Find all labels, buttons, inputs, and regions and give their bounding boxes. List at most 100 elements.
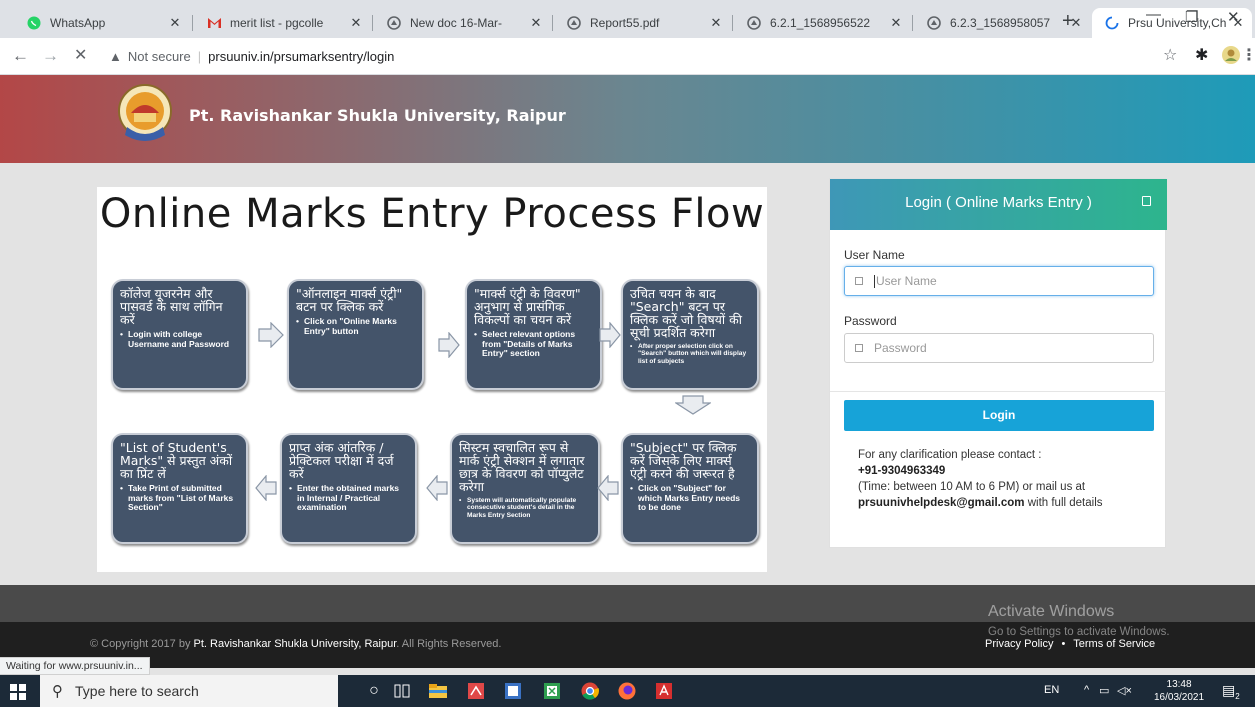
university-logo: [117, 83, 173, 143]
process-flow-infographic: Online Marks Entry Process Flow कॉलेज यू…: [97, 187, 767, 572]
close-icon[interactable]: ✕: [888, 15, 904, 31]
flow-arrow-left-icon: [597, 475, 619, 501]
contact-time-note: (Time: between 10 AM to 6 PM) or mail us…: [858, 481, 1086, 493]
flow-step-3: "मार्क्स एंट्री के विवरण" अनुभाग से प्रा…: [465, 279, 602, 390]
flow-step-1: कॉलेज यूजरनेम और पासवर्ड के साथ लॉगिन कर…: [111, 279, 248, 390]
flow-step-hindi: कॉलेज यूजरनेम और पासवर्ड के साथ लॉगिन कर…: [120, 286, 223, 327]
globe-icon: [746, 15, 762, 31]
tray-chevron-up-icon[interactable]: ^: [1084, 684, 1089, 696]
acrobat-pdf-icon[interactable]: [654, 681, 674, 701]
copyright-text: © Copyright 2017 by Pt. Ravishankar Shuk…: [90, 638, 502, 650]
url-omnibox[interactable]: ▲ Not secure | prsuuniv.in/prsumarksentr…: [109, 44, 1119, 69]
password-input[interactable]: Password: [844, 333, 1154, 363]
gmail-icon: [206, 15, 222, 31]
flow-step-8: "List of Student's Marks" से प्रस्तुत अं…: [111, 433, 248, 544]
app-icon-red[interactable]: [466, 681, 486, 701]
globe-icon: [386, 15, 402, 31]
tab-gmail[interactable]: merit list - pgcolle ✕: [194, 8, 370, 38]
flow-step-english: Select relevant options from "Details of…: [474, 329, 593, 359]
tab-separator: [372, 15, 373, 31]
search-icon: ⚲: [52, 683, 63, 700]
taskbar-search-box[interactable]: ⚲ Type here to search: [40, 675, 338, 707]
bookmark-star-icon[interactable]: ☆: [1163, 47, 1177, 65]
login-panel: Login ( Online Marks Entry ) User Name U…: [829, 178, 1167, 548]
profile-avatar-icon[interactable]: [1221, 45, 1241, 70]
network-icon[interactable]: ▭: [1099, 684, 1109, 697]
contact-info: For any clarification please contact : +…: [858, 447, 1128, 511]
login-title: Login ( Online Marks Entry ): [905, 194, 1092, 211]
flow-step-english: Click on "Online Marks Entry" button: [296, 316, 415, 336]
tab-doc-621[interactable]: 6.2.1_1568956522 ✕: [734, 8, 910, 38]
stop-loading-icon[interactable]: ✕: [74, 47, 87, 65]
flow-step-6: सिस्टम स्वचालित रूप से मार्क एंट्री सेक्…: [450, 433, 600, 544]
close-icon[interactable]: ✕: [167, 15, 183, 31]
warning-triangle-icon: ▲: [109, 49, 122, 64]
forward-arrow-icon[interactable]: →: [42, 47, 59, 65]
activate-windows-subtext: Go to Settings to activate Windows.: [988, 626, 1170, 638]
flow-step-english: Enter the obtained marks in Internal / P…: [289, 483, 408, 513]
close-icon[interactable]: ✕: [708, 15, 724, 31]
footer-link-separator: •: [1061, 638, 1066, 650]
firefox-icon[interactable]: [617, 681, 637, 701]
close-icon[interactable]: ✕: [348, 15, 364, 31]
site-header: Pt. Ravishankar Shukla University, Raipu…: [0, 75, 1255, 163]
taskbar-search-placeholder: Type here to search: [75, 683, 199, 699]
contact-phone: +91-9304963349: [858, 465, 946, 477]
contact-email-suffix: with full details: [1024, 497, 1103, 509]
task-view-icon[interactable]: [392, 681, 412, 701]
notification-count: 2: [1235, 691, 1240, 701]
security-label: Not secure: [127, 49, 191, 64]
flow-step-hindi: "मार्क्स एंट्री के विवरण" अनुभाग से प्रा…: [474, 286, 581, 327]
flow-arrow-down-icon: [675, 395, 711, 415]
close-icon[interactable]: ✕: [528, 15, 544, 31]
close-window-icon[interactable]: ✕: [1227, 8, 1240, 26]
login-divider: [830, 391, 1167, 392]
copyright-org: Pt. Ravishankar Shukla University, Raipu…: [193, 638, 397, 650]
app-icon-blue[interactable]: [503, 681, 523, 701]
login-header: Login ( Online Marks Entry ): [830, 179, 1167, 230]
globe-icon: [926, 15, 942, 31]
tab-whatsapp[interactable]: WhatsApp ✕: [14, 8, 189, 38]
tab-separator: [192, 15, 193, 31]
privacy-policy-link[interactable]: Privacy Policy: [985, 638, 1053, 650]
flow-step-hindi: प्राप्त अंक आंतरिक / प्रेक्टिकल परीक्षा …: [289, 440, 394, 481]
restore-window-icon[interactable]: ❐: [1185, 8, 1198, 26]
app-icon-green[interactable]: [542, 681, 562, 701]
windows-start-icon[interactable]: [10, 684, 26, 700]
login-button[interactable]: Login: [844, 400, 1154, 431]
extensions-puzzle-icon[interactable]: ✱: [1195, 47, 1208, 65]
minimize-icon[interactable]: —: [1146, 6, 1161, 23]
volume-muted-icon[interactable]: ◁×: [1117, 684, 1132, 697]
loading-icon: [1104, 15, 1120, 31]
password-label: Password: [844, 314, 897, 328]
username-input[interactable]: User Name: [844, 266, 1154, 296]
flow-arrow-right-icon: [599, 322, 621, 348]
process-flow-title: Online Marks Entry Process Flow: [99, 191, 765, 237]
address-bar: ← → ✕ ▲ Not secure | prsuuniv.in/prsumar…: [0, 38, 1255, 75]
new-tab-plus-icon[interactable]: +: [1062, 11, 1074, 31]
flow-step-hindi: "ऑनलाइन मार्क्स एंट्री" बटन पर क्लिक करे…: [296, 286, 403, 314]
input-language[interactable]: EN: [1044, 684, 1059, 696]
chrome-icon[interactable]: [580, 681, 600, 701]
username-label: User Name: [844, 248, 905, 262]
url-text: prsuuniv.in/prsumarksentry/login: [208, 49, 395, 64]
flow-arrow-right-icon: [258, 322, 284, 348]
flow-step-hindi: "Subject" पर क्लिक करें जिसके लिए मार्क्…: [630, 440, 737, 481]
flow-arrow-right-icon: [438, 332, 460, 358]
tab-report-pdf[interactable]: Report55.pdf ✕: [554, 8, 730, 38]
contact-email[interactable]: prsuunivhelpdesk@gmail.com: [858, 497, 1025, 509]
browser-menu-icon[interactable]: ⋮: [1241, 47, 1255, 65]
terms-of-service-link[interactable]: Terms of Service: [1073, 638, 1155, 650]
user-icon: [855, 277, 863, 285]
tab-separator: [912, 15, 913, 31]
file-explorer-icon[interactable]: [428, 681, 448, 701]
cortana-circle-icon[interactable]: ○: [364, 681, 384, 701]
password-placeholder: Password: [874, 341, 927, 355]
tab-separator: [732, 15, 733, 31]
clock-time: 13:48: [1166, 679, 1192, 690]
notification-center-icon[interactable]: ▤2: [1222, 682, 1240, 701]
back-arrow-icon[interactable]: ←: [12, 47, 29, 65]
tab-new-doc[interactable]: New doc 16-Mar- ✕: [374, 8, 550, 38]
system-clock[interactable]: 13:48 16/03/2021: [1154, 678, 1204, 704]
flow-step-2: "ऑनलाइन मार्क्स एंट्री" बटन पर क्लिक करे…: [287, 279, 424, 390]
